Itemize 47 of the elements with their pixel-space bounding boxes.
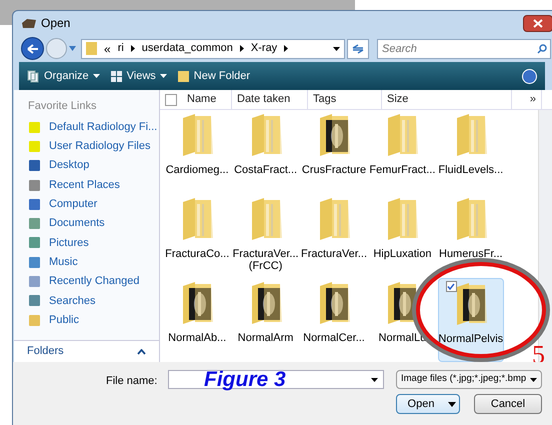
file-item[interactable]: CrusFracture — [300, 110, 368, 194]
file-item[interactable]: NormalCer... — [300, 278, 368, 362]
column-header[interactable]: Tags — [308, 90, 382, 109]
sidebar-item[interactable]: Computer — [28, 194, 159, 214]
file-name-label: File name: — [106, 374, 158, 389]
sidebar-item[interactable]: Desktop — [28, 156, 159, 176]
breadcrumb-item[interactable]: userdata_common — [142, 40, 233, 57]
file-item[interactable]: FracturaCo... — [164, 194, 230, 278]
sidebar-item[interactable]: Recently Changed — [28, 272, 159, 292]
window-title: Open — [41, 15, 70, 32]
file-item[interactable]: NormalAb... — [164, 278, 230, 362]
breadcrumb-item[interactable]: X-ray — [250, 40, 278, 57]
cancel-button[interactable]: Cancel — [474, 394, 542, 414]
open-button[interactable]: Open — [396, 394, 460, 414]
organize-menu[interactable]: Organize — [27, 68, 100, 84]
file-item[interactable]: FracturaVer... (FrCC) — [232, 194, 299, 278]
file-item[interactable]: FemurFract... — [369, 110, 436, 194]
sidebar-item[interactable]: User Radiology Files — [28, 136, 159, 156]
sidebar-item[interactable]: Default Radiology Fi... — [28, 118, 159, 137]
column-header[interactable]: Name — [182, 90, 232, 109]
file-item[interactable]: Cardiomeg... — [164, 110, 230, 194]
breadcrumb-item[interactable]: ri — [118, 40, 124, 57]
file-item[interactable]: FluidLevels... — [438, 110, 504, 194]
file-item[interactable]: NormalPelvis — [438, 278, 504, 362]
breadcrumb-overflow[interactable]: « — [104, 40, 111, 58]
file-item[interactable]: HipLuxation — [369, 194, 436, 278]
sidebar-item[interactable]: Documents — [28, 214, 159, 234]
views-menu[interactable]: Views — [110, 68, 167, 84]
sidebar-item[interactable]: Pictures — [28, 233, 159, 253]
file-item[interactable]: FracturaVer... — [300, 194, 368, 278]
new-folder-button[interactable]: New Folder — [176, 68, 250, 84]
sidebar-heading: Favorite Links — [28, 99, 98, 114]
sidebar-item[interactable]: Music — [28, 252, 159, 272]
sidebar-item[interactable]: Searches — [28, 291, 159, 310]
sidebar-item[interactable]: Public — [28, 310, 159, 330]
file-item[interactable]: HumerusFr... — [438, 194, 504, 278]
column-header[interactable]: » — [512, 90, 542, 109]
file-item[interactable]: NormalArm — [232, 278, 299, 362]
file-item[interactable]: CostaFract... — [232, 110, 299, 194]
sidebar-item[interactable]: Recent Places — [28, 175, 159, 195]
address-field[interactable]: « ri userdata_common X-ray — [81, 38, 345, 58]
search-field[interactable]: Search — [377, 38, 551, 58]
column-header[interactable]: Size — [382, 90, 512, 109]
column-header[interactable]: Date taken — [232, 90, 308, 109]
figure-caption: Figure 3 — [204, 368, 286, 392]
file-type-dropdown[interactable]: Image files (*.jpg;*.jpeg;*.bmp — [396, 370, 542, 389]
file-item[interactable]: NormalLu — [369, 278, 436, 362]
